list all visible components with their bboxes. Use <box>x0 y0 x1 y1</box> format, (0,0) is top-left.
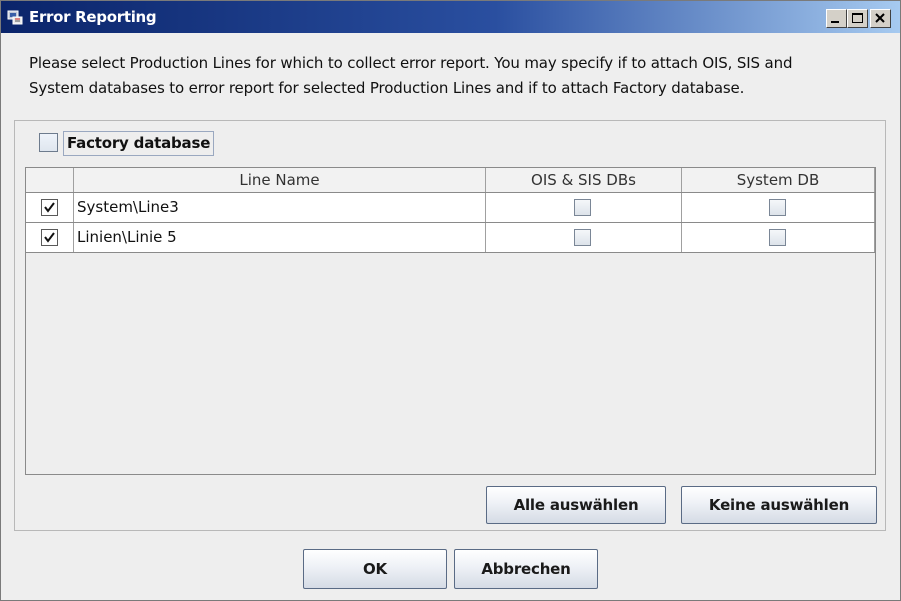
system-db-cell[interactable] <box>682 223 875 252</box>
table-row[interactable]: Linien\Linie 5 <box>26 223 875 253</box>
row-select-checkbox[interactable] <box>41 199 58 216</box>
column-header-line-name[interactable]: Line Name <box>74 168 486 192</box>
instructions-text: Please select Production Lines for which… <box>29 51 889 101</box>
system-db-checkbox[interactable] <box>769 229 786 246</box>
ois-sis-dbs-checkbox[interactable] <box>574 229 591 246</box>
ois-sis-cell[interactable] <box>486 223 682 252</box>
system-db-cell[interactable] <box>682 193 875 222</box>
column-header-system-db[interactable]: System DB <box>682 168 875 192</box>
line-name-cell[interactable]: Linien\Linie 5 <box>74 223 486 252</box>
row-select-cell[interactable] <box>26 193 74 222</box>
column-header-ois-sis-dbs[interactable]: OIS & SIS DBs <box>486 168 682 192</box>
production-lines-table: Line Name OIS & SIS DBs System DB System… <box>25 167 876 475</box>
ois-sis-cell[interactable] <box>486 193 682 222</box>
ok-button[interactable]: OK <box>303 549 447 589</box>
table-row[interactable]: System\Line3 <box>26 193 875 223</box>
line-name-cell[interactable]: System\Line3 <box>74 193 486 222</box>
table-header: Line Name OIS & SIS DBs System DB <box>26 168 875 193</box>
instructions-line-2: System databases to error report for sel… <box>29 79 745 97</box>
minimize-button[interactable] <box>826 9 847 28</box>
factory-database-label[interactable]: Factory database <box>63 131 215 156</box>
close-button[interactable] <box>870 9 891 28</box>
minimize-icon <box>831 21 839 23</box>
select-none-button[interactable]: Keine auswählen <box>681 486 877 524</box>
row-select-checkbox[interactable] <box>41 229 58 246</box>
system-db-checkbox[interactable] <box>769 199 786 216</box>
window-title: Error Reporting <box>29 8 157 26</box>
checkmark-icon <box>44 232 55 243</box>
error-report-app-icon <box>7 9 23 25</box>
column-header-select[interactable] <box>26 168 74 192</box>
error-reporting-dialog: Error Reporting Please select Production… <box>0 0 901 601</box>
select-all-button[interactable]: Alle auswählen <box>486 486 666 524</box>
maximize-icon <box>852 13 863 23</box>
factory-database-checkbox[interactable] <box>39 133 58 152</box>
title-bar[interactable]: Error Reporting <box>1 1 900 33</box>
instructions-line-1: Please select Production Lines for which… <box>29 54 793 72</box>
maximize-button[interactable] <box>847 9 868 28</box>
row-select-cell[interactable] <box>26 223 74 252</box>
cancel-button[interactable]: Abbrechen <box>454 549 598 589</box>
close-icon <box>875 13 885 23</box>
checkmark-icon <box>44 202 55 213</box>
ois-sis-dbs-checkbox[interactable] <box>574 199 591 216</box>
